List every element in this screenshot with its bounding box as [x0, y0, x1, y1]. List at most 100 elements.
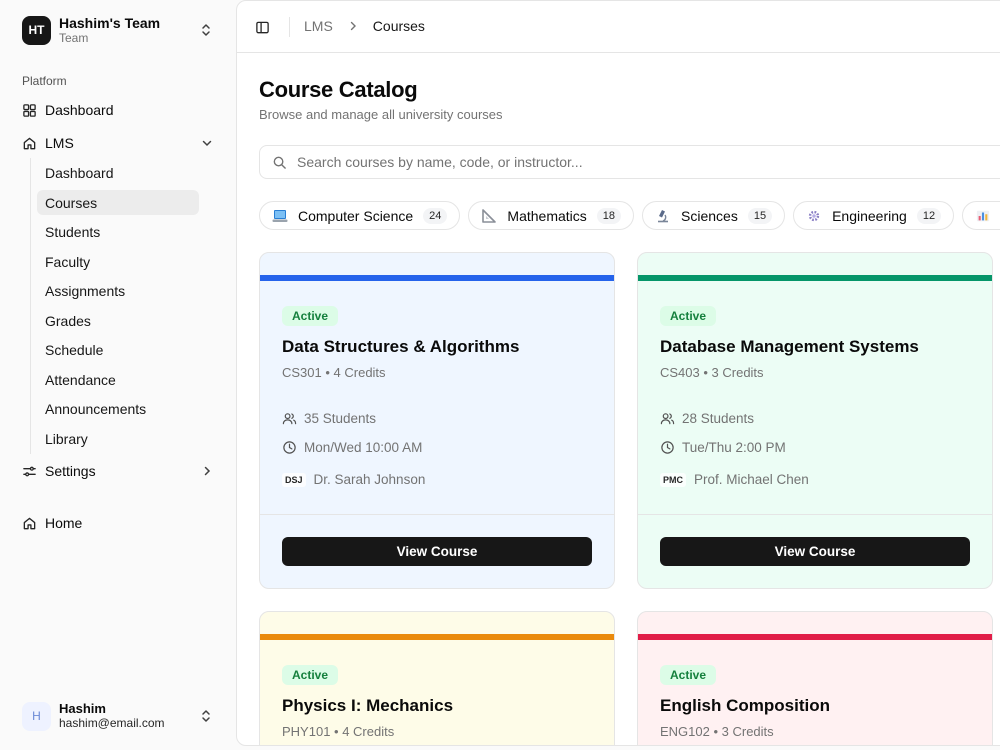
sidebar-item-label: Home — [45, 515, 83, 531]
home-icon — [22, 516, 37, 531]
chip-count: 24 — [423, 207, 448, 224]
sidebar-item-lms[interactable]: LMS — [14, 129, 222, 157]
chip-computer-science[interactable]: Computer Science 24 — [259, 201, 461, 230]
team-plan: Team — [59, 30, 89, 45]
breadcrumb-lms-link[interactable]: LMS — [304, 18, 333, 34]
instructor-name: Prof. Michael Chen — [694, 472, 809, 487]
laptop-icon — [272, 209, 288, 223]
sidebar: HT Hashim's Team Team Platform Dashboard… — [0, 0, 236, 750]
home-icon — [22, 136, 37, 151]
sidebar-subitem-announcements[interactable]: Announcements — [37, 396, 199, 421]
course-schedule: Mon/Wed 10:00 AM — [282, 440, 422, 455]
card-accent-bar — [260, 634, 614, 640]
sidebar-subitem-assignments[interactable]: Assignments — [37, 278, 199, 303]
clock-icon — [660, 440, 675, 455]
search-icon — [272, 155, 287, 170]
instructor-avatar: DSJ — [282, 472, 306, 487]
view-course-button[interactable]: View Course — [282, 537, 592, 566]
status-badge: Active — [282, 665, 339, 685]
sidebar-item-settings[interactable]: Settings — [14, 457, 222, 485]
user-info: Hashim hashim@email.com — [59, 701, 198, 731]
chip-label: Computer Science — [298, 207, 414, 224]
divider — [260, 514, 614, 515]
card-accent-bar — [638, 275, 992, 281]
card-accent-bar — [260, 275, 614, 281]
chip-count: 18 — [596, 207, 622, 224]
triangle-ruler-icon — [481, 208, 497, 223]
sidebar-item-home[interactable]: Home — [14, 509, 222, 537]
course-card: Active English Composition ENG102 • 3 Cr… — [637, 611, 993, 745]
platform-group-label: Platform — [22, 74, 67, 88]
sidebar-subitem-dashboard[interactable]: Dashboard — [37, 160, 199, 185]
user-name: Hashim — [59, 701, 106, 716]
microscope-icon — [655, 209, 671, 223]
chip-sciences[interactable]: Sciences 15 — [642, 201, 786, 230]
chip-business[interactable]: Bu — [962, 201, 1000, 230]
chevron-right-icon — [200, 464, 214, 478]
course-meta: CS403 • 3 Credits — [660, 365, 764, 380]
course-schedule: Tue/Thu 2:00 PM — [660, 440, 786, 455]
sidebar-subitem-library[interactable]: Library — [37, 426, 199, 451]
course-title: Physics I: Mechanics — [282, 696, 454, 715]
chevrons-up-down-icon — [198, 708, 214, 724]
breadcrumb-current: Courses — [372, 18, 425, 34]
search-box — [259, 145, 1000, 179]
users-icon — [660, 411, 675, 426]
instructor-avatar: PMC — [660, 472, 686, 487]
course-instructor: PMC Prof. Michael Chen — [660, 472, 809, 487]
course-title: English Composition — [660, 696, 830, 715]
course-instructor: DSJ Dr. Sarah Johnson — [282, 472, 425, 487]
status-badge: Active — [660, 665, 717, 685]
course-card: Active Physics I: Mechanics PHY101 • 4 C… — [259, 611, 615, 745]
chip-count: 15 — [747, 207, 773, 224]
team-info: Hashim's Team Team — [59, 15, 198, 46]
page-subtitle: Browse and manage all university courses — [259, 107, 503, 122]
schedule-text: Mon/Wed 10:00 AM — [304, 440, 423, 455]
sidebar-item-dashboard[interactable]: Dashboard — [14, 96, 222, 124]
course-title: Data Structures & Algorithms — [282, 337, 520, 356]
sidebar-subitem-faculty[interactable]: Faculty — [37, 249, 199, 274]
chevron-down-icon — [200, 136, 214, 150]
main-panel: LMS Courses Course Catalog Browse and ma… — [236, 0, 1000, 746]
sidebar-subitem-attendance[interactable]: Attendance — [37, 367, 199, 392]
course-meta: ENG102 • 3 Credits — [660, 724, 774, 739]
sidebar-toggle-button[interactable] — [251, 16, 273, 38]
gear-icon — [806, 209, 822, 223]
sliders-icon — [22, 464, 37, 479]
course-students: 35 Students — [282, 411, 376, 426]
divider — [289, 17, 290, 37]
course-card: Active Database Management Systems CS403… — [637, 252, 993, 589]
course-meta: CS301 • 4 Credits — [282, 365, 386, 380]
card-accent-bar — [638, 634, 992, 640]
status-badge: Active — [660, 306, 717, 326]
divider — [638, 514, 992, 515]
sidebar-item-label: Dashboard — [45, 102, 114, 118]
sidebar-item-label: LMS — [45, 135, 74, 151]
submenu-rail — [30, 158, 31, 454]
course-title: Database Management Systems — [660, 337, 919, 356]
panel-left-icon — [255, 20, 270, 35]
sidebar-item-label: Settings — [45, 463, 96, 479]
students-text: 28 Students — [682, 411, 755, 426]
user-menu[interactable]: H Hashim hashim@email.com — [12, 694, 224, 738]
team-switcher[interactable]: HT Hashim's Team Team — [12, 8, 224, 52]
chip-engineering[interactable]: Engineering 12 — [793, 201, 955, 230]
instructor-name: Dr. Sarah Johnson — [313, 472, 426, 487]
chevron-right-icon — [347, 20, 359, 32]
chip-mathematics[interactable]: Mathematics 18 — [468, 201, 635, 230]
category-filter-chips: Computer Science 24 Mathematics 18 Scien… — [259, 201, 1000, 230]
sidebar-subitem-courses[interactable]: Courses — [37, 190, 199, 215]
search-input[interactable] — [297, 154, 977, 170]
sidebar-subitem-grades[interactable]: Grades — [37, 308, 199, 333]
course-students: 28 Students — [660, 411, 754, 426]
sidebar-subitem-students[interactable]: Students — [37, 219, 199, 244]
schedule-text: Tue/Thu 2:00 PM — [682, 440, 786, 455]
sidebar-subitem-schedule[interactable]: Schedule — [37, 337, 199, 362]
grid-icon — [22, 103, 37, 118]
view-course-button[interactable]: View Course — [660, 537, 970, 566]
students-text: 35 Students — [304, 411, 377, 426]
team-avatar: HT — [22, 15, 51, 45]
chip-label: Sciences — [681, 207, 738, 224]
team-name: Hashim's Team — [59, 14, 161, 31]
users-icon — [282, 411, 297, 426]
